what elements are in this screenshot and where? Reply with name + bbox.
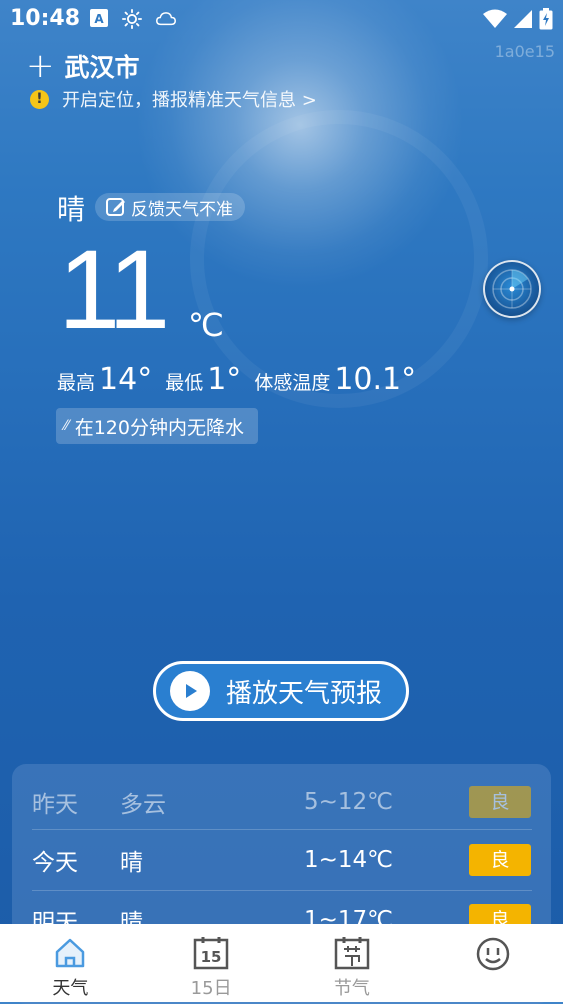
calendar-jieqi-icon — [334, 937, 370, 970]
temperature-unit: ℃ — [188, 306, 224, 344]
svg-text:15: 15 — [201, 948, 222, 966]
current-temperature: 11 — [58, 227, 170, 352]
signal-icon — [514, 10, 532, 28]
feedback-button[interactable]: 反馈天气不准 — [95, 193, 245, 221]
enable-location-banner[interactable]: ! 开启定位，播报精准天气信息 > — [30, 86, 317, 112]
bottom-nav: 天气 15 15日 节气 — [0, 924, 563, 1002]
wifi-icon — [483, 9, 507, 28]
locate-prompt-text: 开启定位，播报精准天气信息 > — [62, 90, 317, 111]
a-badge-icon: A — [90, 9, 108, 27]
cloud-status-icon — [156, 12, 176, 26]
nav-tab-profile[interactable] — [422, 924, 563, 1002]
low-value: 1° — [207, 362, 242, 397]
sun-glow — [135, 0, 465, 290]
forecast-day: 昨天 — [32, 792, 78, 818]
feedback-label: 反馈天气不准 — [131, 199, 233, 220]
sun-status-icon — [122, 9, 142, 29]
house-icon — [56, 938, 85, 968]
radar-button[interactable] — [483, 260, 541, 318]
add-city-icon[interactable]: + — [26, 49, 55, 83]
forecast-day: 今天 — [32, 850, 78, 876]
play-forecast-label: 播放天气预报 — [226, 678, 383, 709]
forecast-row-today[interactable]: 今天 晴 1~14℃ 良 — [32, 830, 532, 890]
forecast-weather: 多云 — [120, 792, 166, 818]
play-icon — [170, 671, 210, 711]
radar-icon — [492, 269, 532, 309]
nav-tab-weather[interactable]: 天气 — [0, 924, 141, 1002]
forecast-range: 1~14℃ — [304, 847, 394, 873]
feels-like-label: 体感温度 — [254, 372, 331, 394]
battery-icon — [539, 8, 553, 30]
play-forecast-button[interactable]: 播放天气预报 — [153, 661, 409, 721]
current-condition: 晴 — [57, 193, 86, 226]
nav-tab-15day[interactable]: 15 15日 — [141, 924, 282, 1002]
nav-label: 15日 — [190, 978, 232, 999]
version-label: 1a0e15 — [494, 42, 555, 61]
nav-label: 天气 — [52, 978, 89, 999]
rain-forecast-chip[interactable]: ⁄⁄ 在120分钟内无降水 — [56, 408, 258, 444]
status-bar: 10:48 A — [0, 0, 563, 40]
nav-tab-solar-terms[interactable]: 节气 — [282, 924, 423, 1002]
smiley-icon — [476, 937, 509, 971]
calendar-15-icon: 15 — [193, 937, 229, 970]
forecast-row-yesterday[interactable]: 昨天 多云 5~12℃ 良 — [32, 772, 532, 832]
high-value: 14° — [99, 362, 153, 397]
temperature-stats: 最高 14° 最低 1° 体感温度 10.1° — [57, 362, 429, 397]
status-time: 10:48 — [10, 6, 81, 31]
rain-icon: ⁄⁄ — [64, 418, 69, 434]
high-label: 最高 — [57, 372, 96, 394]
feels-like-value: 10.1° — [334, 362, 417, 397]
city-selector[interactable]: + 武汉市 — [26, 48, 140, 84]
city-name[interactable]: 武汉市 — [65, 48, 140, 84]
forecast-weather: 晴 — [120, 850, 143, 876]
low-label: 最低 — [165, 372, 204, 394]
aqi-badge: 良 — [469, 786, 531, 818]
rain-forecast-text: 在120分钟内无降水 — [74, 416, 244, 439]
aqi-badge: 良 — [469, 844, 531, 876]
nav-label: 节气 — [333, 978, 370, 999]
edit-icon — [106, 198, 125, 216]
warning-icon: ! — [30, 89, 49, 109]
forecast-range: 5~12℃ — [304, 789, 394, 815]
